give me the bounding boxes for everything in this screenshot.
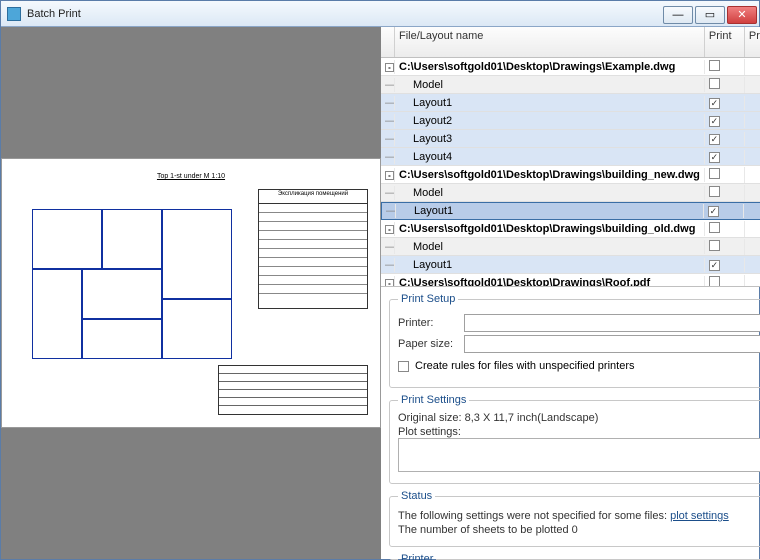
expand-toggle[interactable]: - <box>385 279 394 287</box>
app-icon <box>7 7 21 21</box>
plot-settings-label: Plot settings: <box>398 426 760 438</box>
grid-header: File/Layout name Print Printer Paper siz… <box>381 27 760 58</box>
create-rules-label: Create rules for files with unspecified … <box>415 360 760 372</box>
plot-settings-field[interactable] <box>398 438 760 472</box>
print-setup-legend: Print Setup <box>398 293 458 305</box>
floorplan <box>22 189 252 389</box>
file-row[interactable]: -C:\Users\softgold01\Desktop\Drawings\Ex… <box>381 58 760 76</box>
preview-sheet: Top 1-st under M 1:10 Экспликация помеще… <box>1 158 381 428</box>
expand-toggle[interactable]: - <box>385 225 394 234</box>
preview-pane: Top 1-st under M 1:10 Экспликация помеще… <box>1 27 381 559</box>
layout-grid[interactable]: File/Layout name Print Printer Paper siz… <box>381 27 760 287</box>
printer-group: Printer Add stamp <box>389 553 760 560</box>
print-checkbox[interactable]: ✓ <box>709 260 720 271</box>
col-print[interactable]: Print <box>705 27 745 57</box>
print-checkbox[interactable] <box>709 222 720 233</box>
print-checkbox[interactable] <box>709 276 720 287</box>
maximize-button[interactable]: ▭ <box>695 6 725 24</box>
file-row[interactable]: -C:\Users\softgold01\Desktop\Drawings\Ro… <box>381 274 760 287</box>
row-name: Layout4 <box>395 150 705 164</box>
col-printer[interactable]: Printer <box>745 27 760 57</box>
print-checkbox[interactable]: ✓ <box>709 152 720 163</box>
status-group: Status The following settings were not s… <box>389 490 760 547</box>
paper-label: Paper size: <box>398 338 464 350</box>
print-checkbox[interactable] <box>709 186 720 197</box>
status-legend: Status <box>398 490 435 502</box>
status-line2: The number of sheets to be plotted 0 <box>398 524 760 536</box>
paper-size-select[interactable] <box>464 335 760 353</box>
minimize-button[interactable]: — <box>663 6 693 24</box>
model-row[interactable]: — Model <box>381 184 760 202</box>
drawing-title: Top 1-st under M 1:10 <box>16 173 366 180</box>
batch-print-window: Batch Print — ▭ ✕ Top 1-st under M 1:10 <box>0 0 760 560</box>
print-checkbox[interactable]: ✓ <box>709 98 720 109</box>
row-name: Model <box>395 78 705 92</box>
create-rules-checkbox[interactable] <box>398 361 409 372</box>
print-settings-group: Print Settings Original size: 8,3 X 11,7… <box>389 394 760 484</box>
titlebar[interactable]: Batch Print — ▭ ✕ <box>1 1 759 27</box>
close-button[interactable]: ✕ <box>727 6 757 24</box>
printer-legend: Printer <box>398 553 436 560</box>
row-name: Model <box>395 186 705 200</box>
window-title: Batch Print <box>27 8 663 20</box>
layout-row[interactable]: — Layout2✓ <box>381 112 760 130</box>
row-name: C:\Users\softgold01\Desktop\Drawings\Exa… <box>395 60 705 74</box>
model-row[interactable]: — Model <box>381 238 760 256</box>
print-setup-group: Print Setup Printer: Paper size: Create … <box>389 293 760 388</box>
plot-settings-link[interactable]: plot settings <box>670 510 729 522</box>
title-block <box>218 365 368 415</box>
layout-row[interactable]: — Layout4✓ <box>381 148 760 166</box>
row-name: C:\Users\softgold01\Desktop\Drawings\bui… <box>395 222 705 236</box>
row-name: Layout1 <box>395 258 705 272</box>
file-row[interactable]: -C:\Users\softgold01\Desktop\Drawings\bu… <box>381 220 760 238</box>
layout-row[interactable]: — Layout3✓ <box>381 130 760 148</box>
printer-select[interactable] <box>464 314 760 332</box>
print-checkbox[interactable] <box>709 168 720 179</box>
layout-row[interactable]: — Layout1✓ <box>381 202 760 220</box>
print-checkbox[interactable]: ✓ <box>709 134 720 145</box>
expand-toggle[interactable]: - <box>385 63 394 72</box>
row-name: Layout3 <box>395 132 705 146</box>
layout-row[interactable]: — Layout1✓ <box>381 256 760 274</box>
schedule-table: Экспликация помещений <box>258 189 368 309</box>
layout-row[interactable]: — Layout1✓ <box>381 94 760 112</box>
row-name: C:\Users\softgold01\Desktop\Drawings\Roo… <box>395 276 705 288</box>
row-name: C:\Users\softgold01\Desktop\Drawings\bui… <box>395 168 705 182</box>
file-row[interactable]: -C:\Users\softgold01\Desktop\Drawings\bu… <box>381 166 760 184</box>
model-row[interactable]: — Model <box>381 76 760 94</box>
row-name: Layout1 <box>396 204 704 218</box>
original-size-text: Original size: 8,3 X 11,7 inch(Landscape… <box>398 412 760 424</box>
print-checkbox[interactable] <box>709 240 720 251</box>
print-settings-legend: Print Settings <box>398 394 469 406</box>
col-name[interactable]: File/Layout name <box>395 27 705 57</box>
row-name: Layout2 <box>395 114 705 128</box>
print-checkbox[interactable]: ✓ <box>708 206 719 217</box>
print-checkbox[interactable]: ✓ <box>709 116 720 127</box>
print-checkbox[interactable] <box>709 60 720 71</box>
expand-toggle[interactable]: - <box>385 171 394 180</box>
printer-label: Printer: <box>398 317 464 329</box>
row-name: Model <box>395 240 705 254</box>
print-checkbox[interactable] <box>709 78 720 89</box>
status-line1: The following settings were not specifie… <box>398 510 670 522</box>
row-name: Layout1 <box>395 96 705 110</box>
